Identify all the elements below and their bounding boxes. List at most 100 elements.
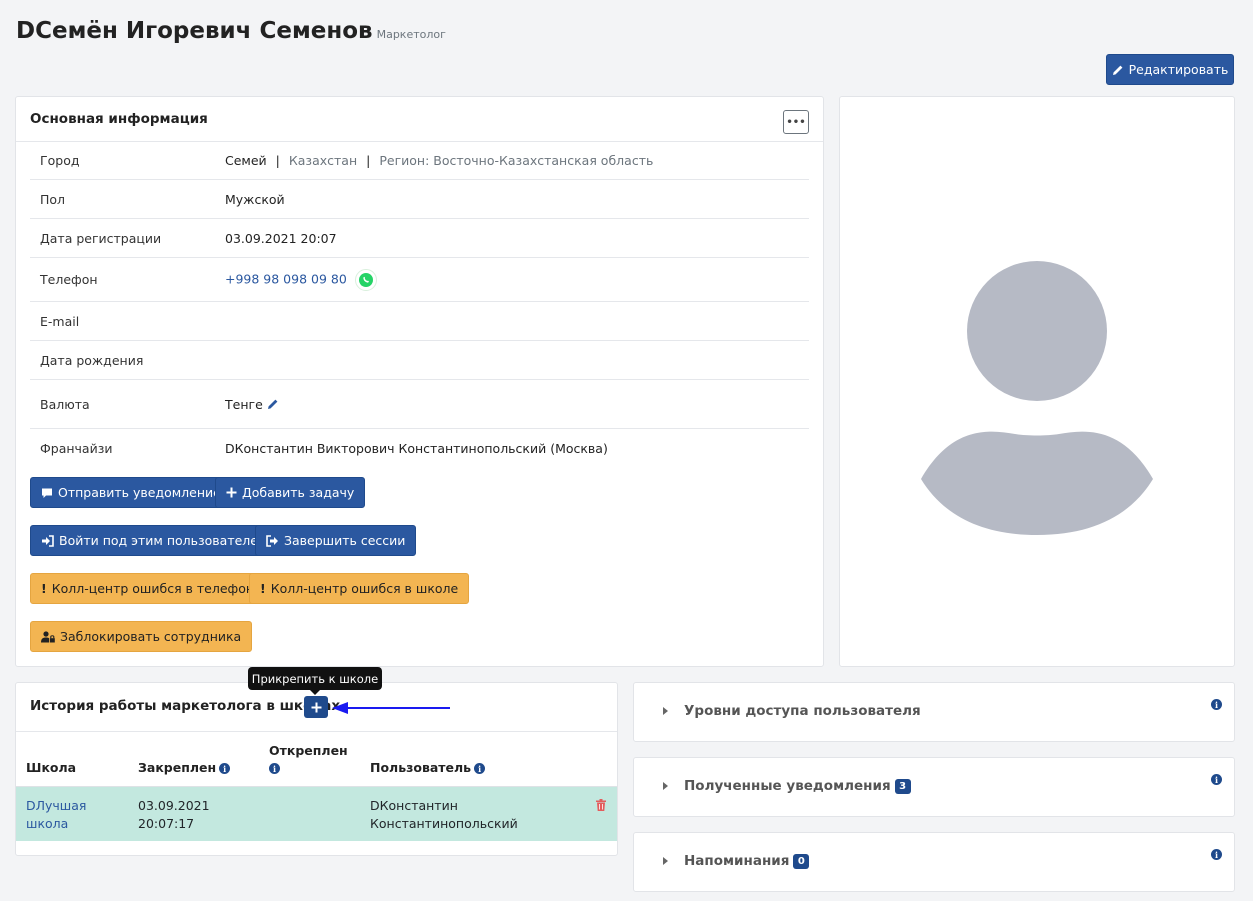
attached-time: 20:07:17 bbox=[138, 816, 195, 831]
login-as-user-label: Войти под этим пользователем bbox=[59, 533, 268, 548]
arrow-annotation bbox=[332, 702, 450, 714]
caret-right-icon bbox=[663, 782, 668, 790]
row-phone: Телефон +998 98 098 09 80 bbox=[30, 258, 809, 302]
plus-icon bbox=[311, 702, 321, 712]
country-name: Казахстан bbox=[288, 152, 358, 168]
gender-value: Мужской bbox=[225, 191, 285, 207]
more-options-button[interactable]: ••• bbox=[783, 110, 809, 134]
callcenter-school-error-label: Колл-центр ошибся в школе bbox=[270, 581, 459, 596]
user-name: DСемён Игоревич Семенов bbox=[16, 18, 373, 44]
info-icon[interactable]: i bbox=[1211, 849, 1222, 860]
row-currency: Валюта Тенге bbox=[30, 380, 809, 429]
row-email: E-mail bbox=[30, 302, 809, 341]
count-badge: 0 bbox=[793, 853, 810, 869]
franchisee-label: Франчайзи bbox=[40, 440, 113, 456]
pencil-icon bbox=[1112, 65, 1123, 75]
history-header-divider bbox=[16, 731, 617, 732]
column-header-detached: Откреплен i bbox=[269, 743, 348, 774]
ellipsis-icon: ••• bbox=[786, 116, 806, 128]
attached-datetime: 03.09.2021 20:07:17 bbox=[138, 797, 210, 833]
detached-label: Откреплен bbox=[269, 743, 348, 758]
school-link[interactable]: DЛучшая школа bbox=[26, 797, 86, 833]
school-name-line: DЛучшая bbox=[26, 798, 87, 813]
sign-out-icon bbox=[266, 534, 278, 547]
info-table: Город Семей | Казахстан | Регион: Восточно-К… bbox=[30, 141, 809, 467]
franchisee-link[interactable]: DКонстантин Викторович Константинопольск… bbox=[225, 441, 608, 456]
column-header-user: Пользователь i bbox=[370, 760, 486, 775]
end-sessions-button[interactable]: Завершить сессии bbox=[255, 525, 417, 556]
user-name-cell: DКонстантин Константинопольский bbox=[370, 797, 518, 833]
attached-label: Закреплен bbox=[138, 760, 217, 775]
accordion-label: Уровни доступа пользователя bbox=[684, 703, 921, 719]
end-sessions-label: Завершить сессии bbox=[284, 533, 406, 548]
user-label: Пользователь bbox=[370, 760, 472, 775]
send-notification-label: Отправить уведомление bbox=[58, 485, 221, 500]
city-label: Город bbox=[40, 152, 80, 168]
whatsapp-icon[interactable] bbox=[354, 268, 377, 291]
accordion-label: Напоминания bbox=[684, 853, 790, 869]
login-as-user-button[interactable]: Войти под этим пользователем bbox=[30, 525, 279, 556]
page-title: DСемён Игоревич Семенов Маркетолог bbox=[16, 18, 446, 44]
city-name: Семей bbox=[225, 152, 267, 168]
callcenter-school-error-button[interactable]: ! Колл-центр ошибся в школе bbox=[249, 573, 470, 604]
plus-icon bbox=[226, 487, 237, 498]
currency-label: Валюта bbox=[40, 396, 90, 412]
add-task-button[interactable]: Добавить задачу bbox=[215, 477, 366, 508]
accordion-title[interactable]: Напоминания 0 bbox=[663, 853, 810, 869]
send-notification-button[interactable]: Отправить уведомление bbox=[30, 477, 232, 508]
currency-name: Тенге bbox=[225, 396, 263, 412]
row-birth-date: Дата рождения bbox=[30, 341, 809, 380]
row-gender: Пол Мужской bbox=[30, 180, 809, 219]
column-header-attached: Закреплен i bbox=[138, 760, 231, 775]
info-icon[interactable]: i bbox=[474, 763, 486, 774]
exclamation-icon: ! bbox=[41, 581, 47, 596]
row-reg-date: Дата регистрации 03.09.2021 20:07 bbox=[30, 219, 809, 258]
attach-school-button[interactable] bbox=[304, 696, 328, 718]
user-name-line: DКонстантин bbox=[370, 798, 458, 813]
info-icon[interactable]: i bbox=[269, 763, 280, 774]
user-name-line: Константинопольский bbox=[370, 816, 518, 831]
trash-icon[interactable] bbox=[596, 799, 606, 811]
city-value: Семей | Казахстан | Регион: Восточно-Казахст… bbox=[225, 153, 653, 168]
callcenter-phone-error-label: Колл-центр ошибся в телефоне bbox=[51, 581, 262, 596]
caret-right-icon bbox=[663, 707, 668, 715]
row-city: Город Семей | Казахстан | Регион: Восточно-К… bbox=[30, 141, 809, 180]
accordion-title[interactable]: Уровни доступа пользователя bbox=[663, 703, 921, 719]
birth-date-label: Дата рождения bbox=[40, 352, 144, 368]
user-lock-icon bbox=[41, 630, 55, 642]
callcenter-phone-error-button[interactable]: ! Колл-центр ошибся в телефоне bbox=[30, 573, 273, 604]
block-employee-button[interactable]: Заблокировать сотрудника bbox=[30, 621, 253, 652]
phone-label: Телефон bbox=[40, 272, 98, 287]
accordion-label: Полученные уведомления bbox=[684, 778, 891, 794]
comment-icon bbox=[42, 488, 52, 498]
info-icon[interactable]: i bbox=[1211, 699, 1222, 710]
history-title: История работы маркетолога в школах bbox=[30, 698, 341, 714]
count-badge: 3 bbox=[894, 778, 911, 794]
accordion-title[interactable]: Полученные уведомления 3 bbox=[663, 778, 911, 794]
info-icon[interactable]: i bbox=[1211, 774, 1222, 785]
edit-button[interactable]: Редактировать bbox=[1106, 54, 1234, 85]
caret-right-icon bbox=[663, 857, 668, 865]
tooltip-arrow bbox=[310, 690, 320, 695]
info-icon[interactable]: i bbox=[219, 763, 231, 774]
phone-value: +998 98 098 09 80 bbox=[225, 268, 377, 291]
sign-in-icon bbox=[42, 534, 54, 547]
school-name-line: школа bbox=[26, 816, 69, 831]
pencil-icon[interactable] bbox=[267, 398, 279, 410]
gender-label: Пол bbox=[40, 191, 66, 207]
avatar-placeholder-icon bbox=[921, 261, 1153, 535]
separator: | bbox=[366, 152, 371, 168]
attached-date: 03.09.2021 bbox=[138, 798, 210, 813]
add-task-label: Добавить задачу bbox=[242, 485, 355, 500]
exclamation-icon: ! bbox=[260, 581, 266, 596]
region-name: Регион: Восточно-Казахстанская область bbox=[379, 152, 654, 168]
user-role: Маркетолог bbox=[376, 28, 446, 41]
edit-button-label: Редактировать bbox=[1128, 62, 1229, 77]
currency-value: Тенге bbox=[225, 397, 279, 412]
reg-date-label: Дата регистрации bbox=[40, 230, 162, 246]
tooltip: Прикрепить к школе bbox=[248, 667, 382, 690]
phone-link[interactable]: +998 98 098 09 80 bbox=[225, 271, 347, 286]
block-employee-label: Заблокировать сотрудника bbox=[60, 629, 242, 644]
row-franchisee: Франчайзи DКонстантин Викторович Констан… bbox=[30, 429, 809, 467]
column-header-school: Школа bbox=[26, 760, 77, 775]
